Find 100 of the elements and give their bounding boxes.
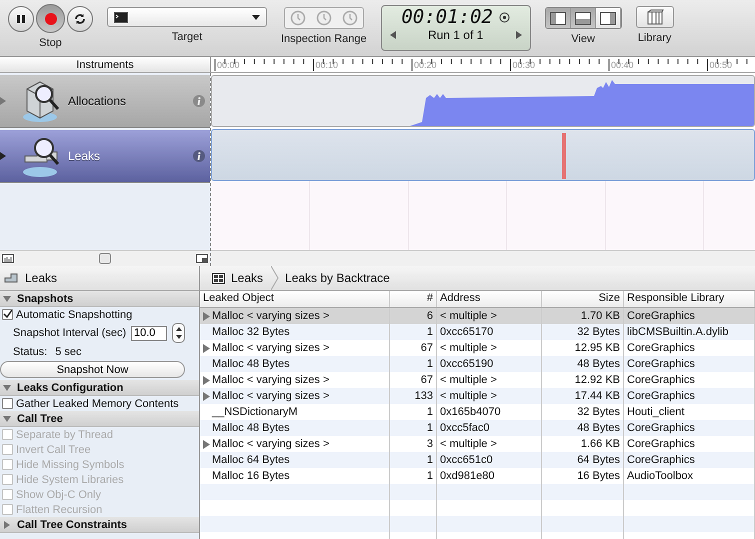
view-toggle-button[interactable] [546,8,571,28]
view-toggle-button[interactable] [570,8,596,28]
loop-button[interactable] [67,6,93,32]
table-cell: CoreGraphics [627,310,695,322]
checkbox-label: Hide System Libraries [16,474,124,486]
grid-icon [212,272,225,284]
checkbox-label: Show Obj-C Only [16,488,101,500]
expand-triangle-icon[interactable] [203,312,210,320]
disclosure-triangle-icon [3,384,11,392]
table-row[interactable]: Malloc 32 Bytes 1 0xcc65170 32 Bytes libCMSBuiltin.A.dylib [200,324,755,340]
table-cell: 1.70 KB [580,310,620,322]
table-cell: Malloc < varying sizes > [212,310,330,322]
panel-layout-icon [600,12,616,24]
record-button[interactable] [36,4,65,33]
expand-triangle-icon[interactable] [203,440,210,448]
checkbox[interactable] [2,398,13,409]
previous-run-button[interactable] [388,29,398,41]
table-cell: 0xcc5fac0 [440,422,490,434]
instrument-name: Leaks [68,149,102,163]
table-cell: 0x165b4070 [440,406,501,418]
disclosure-triangle-icon [0,152,6,160]
table-cell: 1.66 KB [580,438,620,450]
expand-triangle-icon[interactable] [203,344,210,352]
table-row[interactable]: Malloc < varying sizes > 6 < multiple > 1.70 KB CoreGraphics [200,308,755,324]
target-dropdown[interactable] [107,7,267,27]
cube-magnifier-icon [22,79,62,123]
table-cell: 67 [420,374,433,386]
stop-label: Stop [39,37,62,49]
target-label: Target [172,31,202,43]
table-cell: 64 Bytes [577,454,620,466]
table-row[interactable]: Malloc < varying sizes > 133 < multiple > 17.44 KB CoreGraphics [200,388,755,404]
section-header[interactable]: Snapshots [0,291,199,307]
dropdown-caret-icon [252,14,260,20]
table-cell: 48 Bytes [577,422,620,434]
disclosure-triangle-icon [0,97,6,105]
table-cell: 17.44 KB [574,390,620,402]
instrument-track-header[interactable]: Leaks [0,130,210,183]
section-title: Call Tree [17,412,63,424]
library-label: Library [638,32,672,44]
breadcrumb[interactable]: Leaks [231,269,264,287]
table-cell: CoreGraphics [627,358,695,370]
section-title: Snapshots [17,292,74,304]
ruler-label: 00:00 [217,60,240,70]
table-cell: 133 [414,390,433,402]
table-cell: Malloc 16 Bytes [212,470,290,482]
books-icon [646,9,664,25]
target-circle-icon [498,12,510,22]
stepper[interactable] [172,323,185,343]
section-header[interactable]: Call Tree [0,411,199,427]
breadcrumb[interactable]: Leaks by Backtrace [285,269,390,287]
table-cell: 1 [426,454,433,466]
column-header[interactable]: Leaked Object [200,291,390,307]
table-cell: CoreGraphics [627,374,695,386]
panel-layout-icon [574,12,591,24]
table-row[interactable]: Malloc 48 Bytes 1 0xcc65190 48 Bytes CoreGraphics [200,356,755,372]
window-layout-icon[interactable] [196,254,208,263]
table-cell: 48 Bytes [577,358,620,370]
info-icon[interactable] [193,95,205,107]
panel-title: Leaks [25,271,58,285]
table-cell: Malloc 48 Bytes [212,358,290,370]
disclosure-triangle-icon [3,520,11,528]
bar-graph-icon[interactable] [2,254,14,263]
checkbox-label: Automatic Snapshotting [16,308,132,320]
view-toggle-button[interactable] [596,8,621,28]
section-header[interactable]: Leaks Configuration [0,380,199,396]
status-value: 5 sec [55,346,82,358]
zoom-slider-thumb-icon[interactable] [99,253,111,264]
table-cell: 12.95 KB [574,342,620,354]
ruler-label: 00:10 [316,60,338,70]
table-cell: 16 Bytes [577,470,620,482]
view-label: View [571,33,595,45]
snapshot-now-button[interactable]: Snapshot Now [0,361,185,378]
next-run-button[interactable] [514,29,524,41]
table-row[interactable]: Malloc 64 Bytes 1 0xcc651c0 64 Bytes CoreGraphics [200,452,755,468]
table-cell: Malloc 32 Bytes [212,326,290,338]
ruler-label: 00:50 [710,60,732,70]
table-cell: 1 [426,406,433,418]
disclosure-triangle-icon [3,414,11,422]
instrument-track-header[interactable]: Allocations [0,75,210,128]
checkbox-label: Gather Leaked Memory Contents [16,398,179,410]
column-header[interactable]: Responsible Library [624,291,755,307]
info-icon[interactable] [193,150,205,162]
pipe-icon [4,272,20,284]
ruler-label: 00:20 [414,60,437,70]
ruler-label: 00:30 [512,60,536,70]
interval-field[interactable]: 10.0 [131,326,167,340]
table-cell: CoreGraphics [627,390,695,402]
panel-layout-icon [550,12,566,24]
table-row[interactable]: Malloc 48 Bytes 1 0xcc5fac0 48 Bytes CoreGraphics [200,420,755,436]
section-header[interactable]: Call Tree Constraints [0,517,199,533]
ruler-label: 00:40 [611,60,634,70]
library-button[interactable] [636,6,674,28]
view-segmented-control[interactable] [544,7,622,29]
column-header[interactable]: Size [542,291,624,307]
column-header[interactable]: Address [437,291,542,307]
instruments-heading: Instruments [76,58,134,70]
checkbox[interactable] [2,309,13,320]
table-cell: 32 Bytes [577,326,620,338]
column-header[interactable]: # [390,291,437,307]
pause-button[interactable] [8,6,34,32]
